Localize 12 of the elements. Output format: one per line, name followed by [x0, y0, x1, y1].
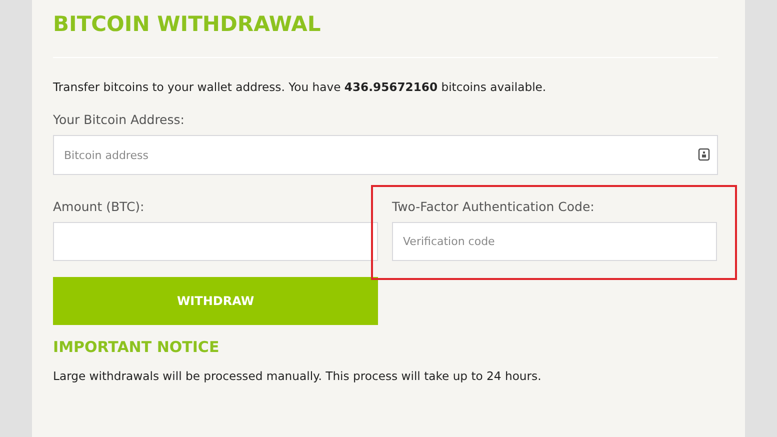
address-field[interactable]: Bitcoin address — [53, 135, 718, 175]
field-label: Amount (BTC): — [53, 199, 146, 214]
verification-code-field[interactable]: Verification code — [392, 222, 717, 261]
contact-card-icon[interactable] — [698, 148, 710, 161]
withdraw-button[interactable]: WITHDRAW — [53, 277, 378, 325]
notice-text: Large withdrawals will be processed manually. This process will take up to 24 hours. — [53, 369, 542, 383]
amount-field[interactable] — [53, 222, 378, 261]
field-label: Your Bitcoin Address: — [53, 112, 186, 127]
page-title: BITCOIN WITHDRAWAL — [53, 11, 322, 38]
notice-title: IMPORTANT NOTICE — [53, 338, 220, 356]
intro-text: Transfer bitcoins to your wallet address. You have 436.95672160 bitcoins available. — [53, 80, 548, 94]
field-label: Two-Factor Authentication Code: — [392, 199, 596, 214]
